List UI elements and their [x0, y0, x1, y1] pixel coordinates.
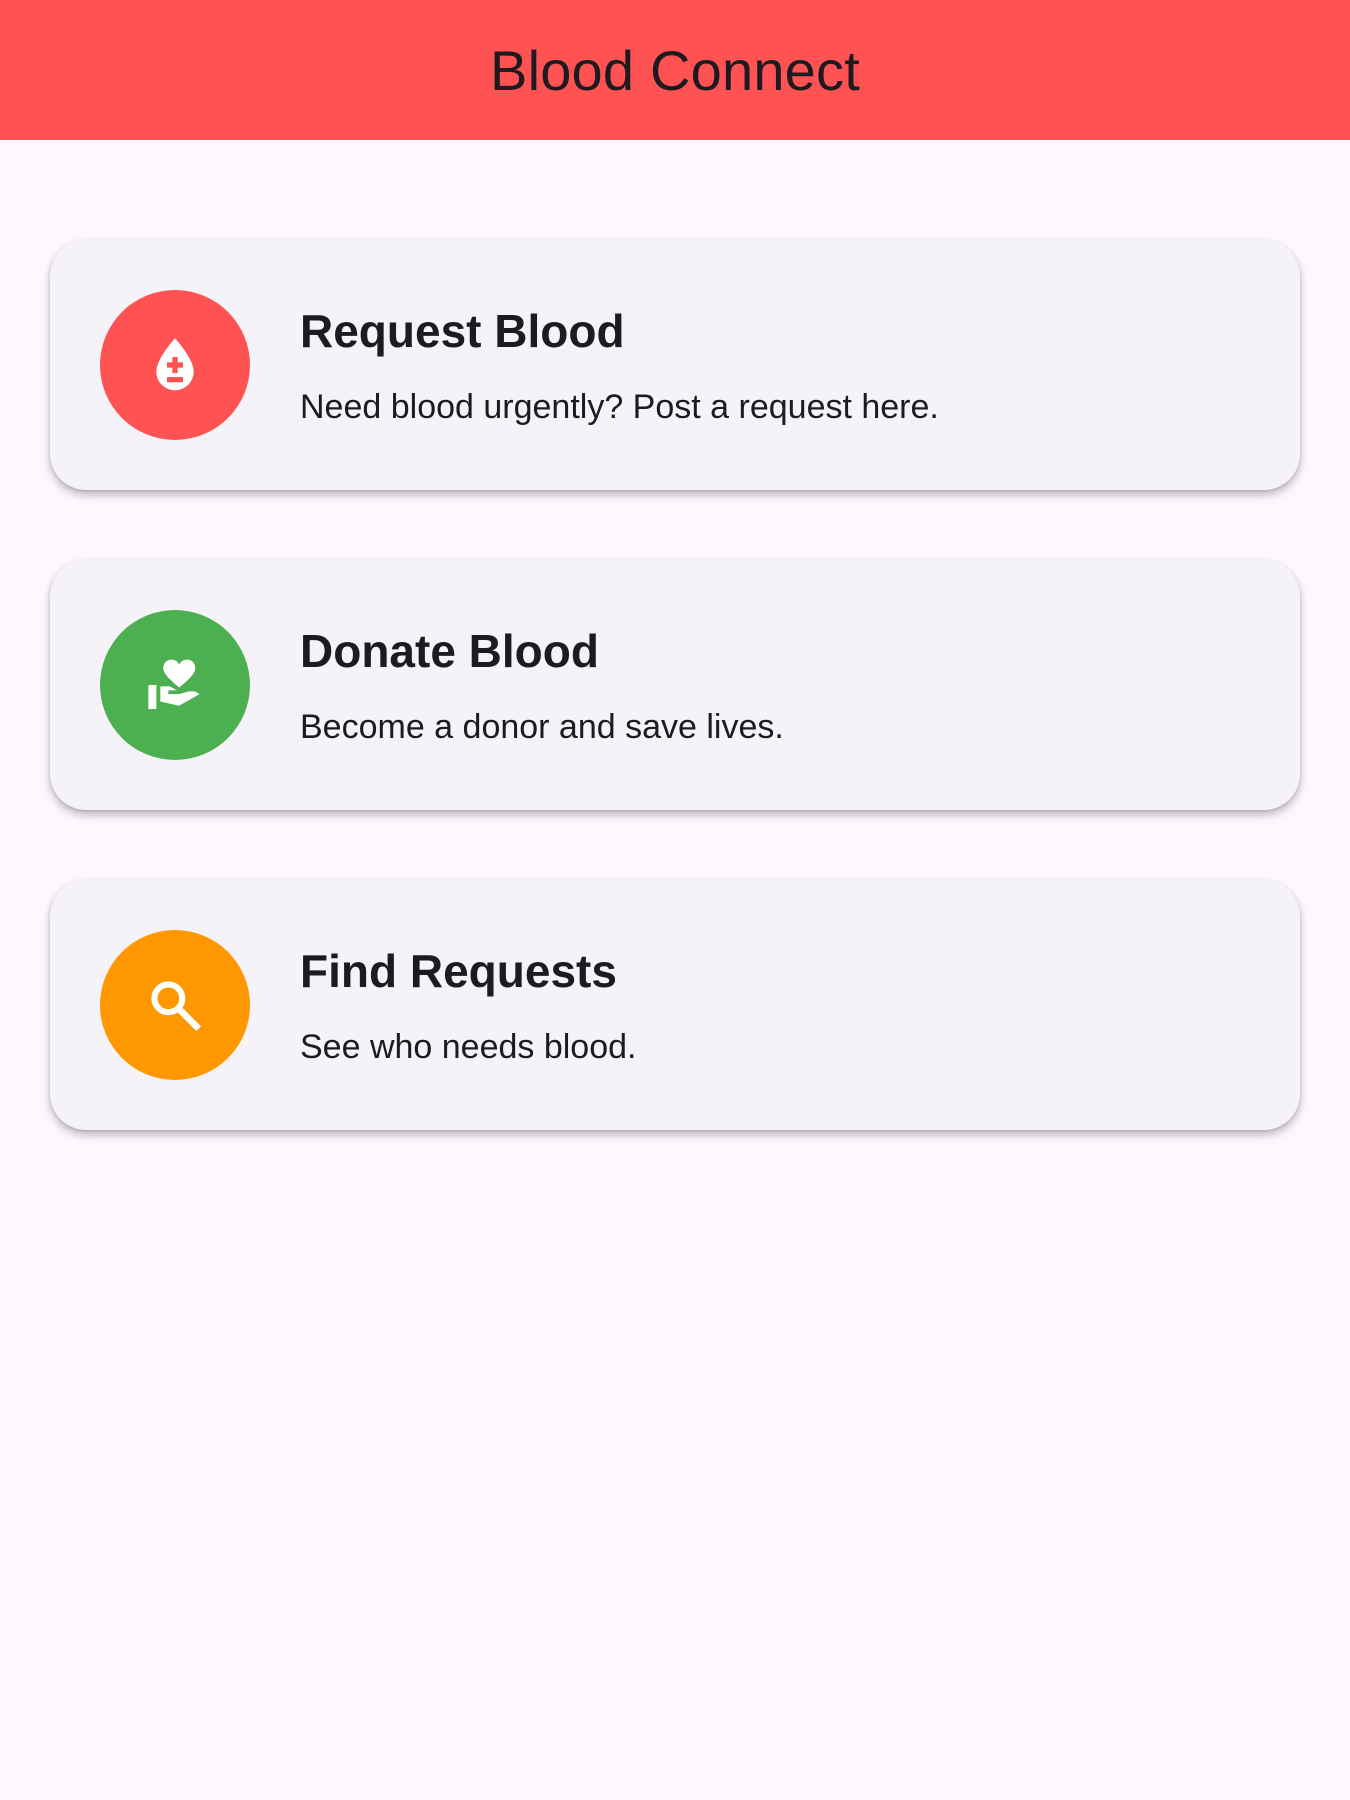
- find-requests-subtitle: See who needs blood.: [300, 1028, 637, 1066]
- request-blood-subtitle: Need blood urgently? Post a request here…: [300, 388, 939, 426]
- donate-blood-subtitle: Become a donor and save lives.: [300, 708, 784, 746]
- donate-blood-title: Donate Blood: [300, 625, 599, 677]
- donate-blood-card[interactable]: Donate Blood Become a donor and save liv…: [50, 560, 1300, 810]
- blood-drop-plus-minus-icon: [156, 338, 194, 391]
- app-bar: Blood Connect: [0, 0, 1350, 140]
- donate-blood-avatar: [100, 610, 250, 760]
- hand-heart-icon: [148, 659, 200, 709]
- find-requests-card[interactable]: Find Requests See who needs blood.: [50, 880, 1300, 1130]
- app-title: Blood Connect: [490, 38, 860, 102]
- find-requests-title: Find Requests: [300, 945, 617, 997]
- request-blood-card[interactable]: Request Blood Need blood urgently? Post …: [50, 240, 1300, 490]
- request-blood-avatar: [100, 290, 250, 440]
- main-content: Request Blood Need blood urgently? Post …: [0, 140, 1350, 1800]
- request-blood-title: Request Blood: [300, 305, 625, 357]
- find-requests-avatar: [100, 930, 250, 1080]
- search-icon: [151, 981, 202, 1032]
